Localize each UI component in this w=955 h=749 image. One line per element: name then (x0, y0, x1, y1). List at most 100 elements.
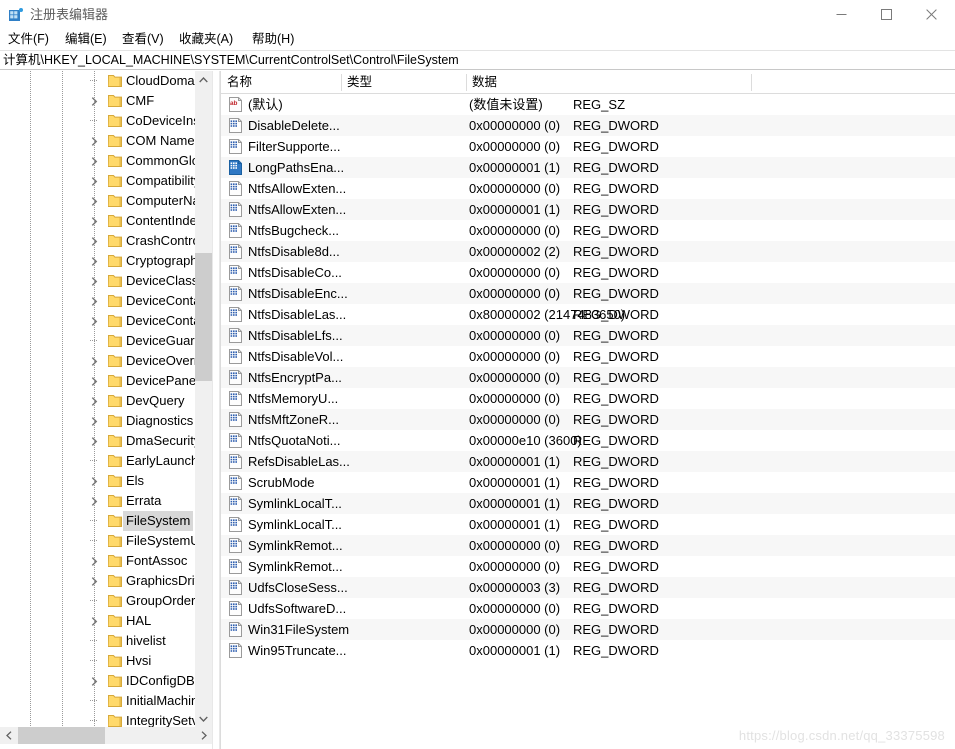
chevron-right-icon[interactable] (89, 136, 100, 147)
value-row[interactable]: UdfsCloseSess... REG_DWORD 0x00000003 (3) (221, 577, 955, 598)
tree-item[interactable]: CoDeviceInst (0, 111, 203, 131)
tree-item[interactable]: FontAssoc (0, 551, 195, 571)
chevron-right-icon[interactable] (89, 416, 100, 427)
tree-item[interactable]: Errata (0, 491, 195, 511)
chevron-right-icon[interactable] (89, 616, 100, 627)
registry-tree[interactable]: CloudDomai CMF CoDeviceInst COM Name , Commo… (0, 71, 212, 727)
tree-item[interactable]: InitialMachin (0, 691, 198, 711)
tree-item[interactable]: ContentIndex (0, 211, 203, 231)
values-list-body[interactable]: ab (默认) REG_SZ (数值未设置) DisableDelete... REG_D… (221, 94, 955, 749)
value-row[interactable]: NtfsQuotaNoti... REG_DWORD 0x00000e10 (360… (221, 430, 955, 451)
tree-item[interactable]: IntegritySetvi (0, 711, 201, 727)
tree-item[interactable]: DeviceGuard (0, 331, 202, 351)
column-separator[interactable] (466, 74, 467, 91)
tree-item[interactable]: GraphicsDriv (0, 571, 201, 591)
tree-item[interactable]: CommonGlo (0, 151, 199, 171)
pane-splitter[interactable] (212, 71, 220, 749)
column-header-0[interactable]: 名称 (221, 71, 252, 93)
chevron-right-icon[interactable] (89, 436, 100, 447)
tree-item[interactable]: DevQuery (0, 391, 195, 411)
chevron-right-icon[interactable] (89, 176, 100, 187)
tree-item[interactable]: DeviceClasse (0, 271, 205, 291)
tree-item[interactable]: Diagnostics (0, 411, 195, 431)
value-row[interactable]: ab (默认) REG_SZ (数值未设置) (221, 94, 955, 115)
value-row[interactable]: NtfsDisableLfs... REG_DWORD 0x00000000 (0) (221, 325, 955, 346)
value-row[interactable]: NtfsDisableLas... REG_DWORD 0x80000002 (21… (221, 304, 955, 325)
tree-item[interactable]: CMF (0, 91, 195, 111)
tree-item[interactable]: Hvsi (0, 651, 195, 671)
address-bar[interactable]: 计算机\HKEY_LOCAL_MACHINE\SYSTEM\CurrentCon… (0, 50, 955, 70)
chevron-right-icon[interactable] (89, 196, 100, 207)
tree-item[interactable]: CloudDomai (0, 71, 198, 91)
tree-item[interactable]: DeviceOverri (0, 351, 201, 371)
column-header-1[interactable]: 类型 (341, 71, 372, 93)
maximize-button[interactable] (864, 0, 909, 29)
tree-item[interactable]: DeviceContai (0, 311, 203, 331)
value-row[interactable]: NtfsDisableVol... REG_DWORD 0x00000000 (0) (221, 346, 955, 367)
tree-item-selected[interactable]: FileSystem (0, 511, 195, 531)
chevron-right-icon[interactable] (89, 96, 100, 107)
value-row[interactable]: NtfsAllowExten... REG_DWORD 0x00000001 (1) (221, 199, 955, 220)
scroll-right-icon[interactable] (195, 727, 212, 744)
tree-vertical-scrollbar[interactable] (195, 71, 212, 727)
values-list-pane[interactable]: 名称 类型 数据 ab (默认) REG_SZ (数值未设置) DisableDelete.… (220, 71, 955, 749)
tree-vertical-scroll-thumb[interactable] (195, 253, 212, 381)
chevron-right-icon[interactable] (89, 296, 100, 307)
tree-item[interactable]: CrashControl (0, 231, 203, 251)
minimize-button[interactable] (819, 0, 864, 29)
scroll-up-icon[interactable] (195, 71, 212, 88)
tree-item[interactable]: DevicePanels (0, 371, 206, 391)
value-row[interactable]: RefsDisableLas... REG_DWORD 0x00000001 (1) (221, 451, 955, 472)
value-row[interactable]: NtfsBugcheck... REG_DWORD 0x00000000 (0) (221, 220, 955, 241)
chevron-right-icon[interactable] (89, 676, 100, 687)
chevron-right-icon[interactable] (89, 356, 100, 367)
tree-item[interactable]: IDConfigDB (0, 671, 195, 691)
menu-item-1[interactable]: 编辑(E) (63, 29, 109, 50)
column-separator[interactable] (751, 74, 752, 91)
chevron-right-icon[interactable] (89, 476, 100, 487)
chevron-right-icon[interactable] (89, 396, 100, 407)
tree-item[interactable]: Cryptograph (0, 251, 198, 271)
chevron-right-icon[interactable] (89, 256, 100, 267)
chevron-right-icon[interactable] (89, 496, 100, 507)
chevron-right-icon[interactable] (89, 216, 100, 227)
value-row[interactable]: FilterSupporte... REG_DWORD 0x00000000 (0) (221, 136, 955, 157)
tree-item[interactable]: Els (0, 471, 195, 491)
chevron-right-icon[interactable] (89, 376, 100, 387)
tree-item[interactable]: COM Name , (0, 131, 202, 151)
column-separator[interactable] (341, 74, 342, 91)
value-row[interactable]: SymlinkRemot... REG_DWORD 0x00000000 (0) (221, 556, 955, 577)
value-row[interactable]: NtfsMftZoneR... REG_DWORD 0x00000000 (0) (221, 409, 955, 430)
value-row[interactable]: Win95Truncate... REG_DWORD 0x00000001 (1) (221, 640, 955, 661)
value-row[interactable]: LongPathsEna... REG_DWORD 0x00000001 (1) (221, 157, 955, 178)
scroll-down-icon[interactable] (195, 710, 212, 727)
column-header-2[interactable]: 数据 (466, 71, 497, 93)
menu-item-4[interactable]: 帮助(H) (250, 29, 296, 50)
tree-item[interactable]: FileSystemUti (0, 531, 206, 551)
scroll-left-icon[interactable] (0, 727, 17, 744)
tree-item[interactable]: DeviceContai (0, 291, 203, 311)
value-row[interactable]: NtfsEncryptPa... REG_DWORD 0x00000000 (0) (221, 367, 955, 388)
value-row[interactable]: NtfsDisableEnc... REG_DWORD 0x00000000 (0) (221, 283, 955, 304)
value-row[interactable]: ScrubMode REG_DWORD 0x00000001 (1) (221, 472, 955, 493)
value-row[interactable]: Win31FileSystem REG_DWORD 0x00000000 (0) (221, 619, 955, 640)
tree-item[interactable]: Compatibility (0, 171, 200, 191)
tree-horizontal-scroll-thumb[interactable] (18, 727, 105, 744)
tree-item[interactable]: ComputerNa (0, 191, 200, 211)
chevron-right-icon[interactable] (89, 156, 100, 167)
value-row[interactable]: SymlinkLocalT... REG_DWORD 0x00000001 (1) (221, 514, 955, 535)
value-row[interactable]: UdfsSoftwareD... REG_DWORD 0x00000000 (0) (221, 598, 955, 619)
tree-item[interactable]: HAL (0, 611, 195, 631)
value-row[interactable]: NtfsAllowExten... REG_DWORD 0x00000000 (0) (221, 178, 955, 199)
chevron-right-icon[interactable] (89, 556, 100, 567)
value-row[interactable]: NtfsDisableCo... REG_DWORD 0x00000000 (0) (221, 262, 955, 283)
value-row[interactable]: SymlinkRemot... REG_DWORD 0x00000000 (0) (221, 535, 955, 556)
menu-item-0[interactable]: 文件(F) (6, 29, 51, 50)
menu-item-3[interactable]: 收藏夹(A) (177, 29, 235, 50)
menu-item-2[interactable]: 查看(V) (120, 29, 166, 50)
chevron-right-icon[interactable] (89, 316, 100, 327)
value-row[interactable]: NtfsMemoryU... REG_DWORD 0x00000000 (0) (221, 388, 955, 409)
chevron-right-icon[interactable] (89, 236, 100, 247)
tree-item[interactable]: DmaSecurity (0, 431, 200, 451)
value-row[interactable]: DisableDelete... REG_DWORD 0x00000000 (0) (221, 115, 955, 136)
